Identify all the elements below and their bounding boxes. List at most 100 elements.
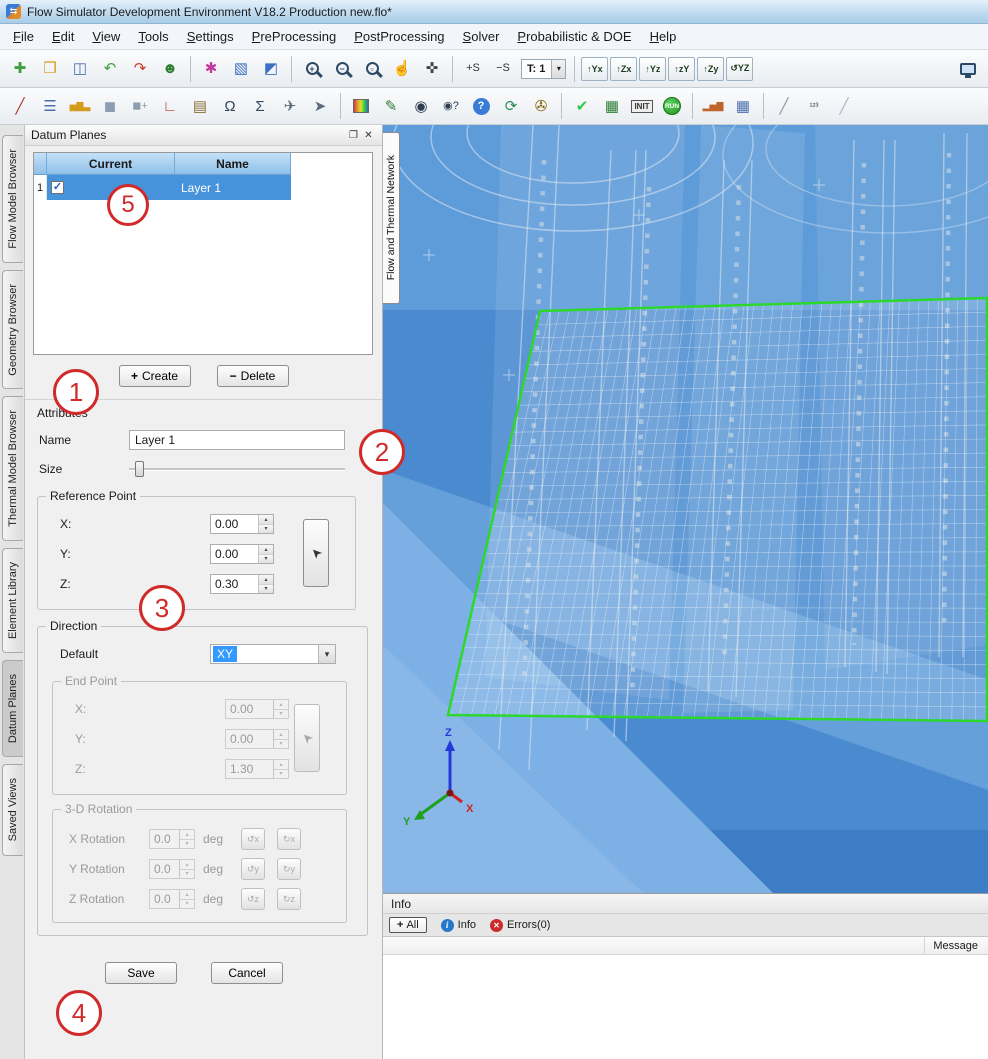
menu-solver[interactable]: Solver <box>454 25 509 48</box>
visibility-icon[interactable]: ◉ <box>407 92 435 120</box>
dropdown-arrow-icon[interactable]: ▾ <box>551 60 565 78</box>
sigma-icon[interactable]: Σ <box>246 92 274 120</box>
chamber-chart-icon[interactable]: ▅▇▃ <box>66 92 94 120</box>
zoom-out-icon[interactable]: − <box>328 55 356 83</box>
menu-tools[interactable]: Tools <box>129 25 177 48</box>
create-button[interactable]: + Create <box>119 365 191 387</box>
remove-source-icon[interactable]: −S <box>489 55 517 83</box>
sidebar-tab-flow-model-browser[interactable]: Flow Model Browser <box>2 135 23 263</box>
menu-file[interactable]: File <box>4 25 43 48</box>
axis-view-yx-icon[interactable]: ↑Yx <box>581 57 608 81</box>
redo-icon[interactable]: ↷ <box>126 55 154 83</box>
menu-postprocessing[interactable]: PostProcessing <box>345 25 453 48</box>
spin-down-icon[interactable]: ▾ <box>259 585 273 594</box>
current-checkbox[interactable]: ✓ <box>51 181 64 194</box>
model-tree-icon[interactable]: ☰ <box>36 92 64 120</box>
pick-reference-point-button[interactable]: ➤ <box>303 519 329 587</box>
float-panel-icon[interactable]: ❐ <box>346 128 361 143</box>
direction-combo[interactable]: XY ▾ <box>210 644 336 664</box>
check-model-icon[interactable]: ✔ <box>568 92 596 120</box>
table-row[interactable]: 1 ✓ Layer 1 <box>34 175 372 200</box>
combo-dropdown-icon[interactable]: ▾ <box>318 645 335 663</box>
menu-settings[interactable]: Settings <box>178 25 243 48</box>
reference-point-x-input[interactable]: 0.00▴▾ <box>210 514 274 534</box>
t-selector[interactable]: T: 1▾ <box>521 59 566 79</box>
select-box-icon[interactable]: ▧ <box>227 55 255 83</box>
zoom-in-icon[interactable]: + <box>298 55 326 83</box>
new-model-icon[interactable]: ✚ <box>6 55 34 83</box>
axis-view-zy-icon[interactable]: ↑zY <box>668 57 695 81</box>
axis-view-yz-icon[interactable]: ↑Yz <box>639 57 666 81</box>
summary-table-icon[interactable]: ▦ <box>598 92 626 120</box>
menu-view[interactable]: View <box>83 25 129 48</box>
sidebar-tab-thermal-model-browser[interactable]: Thermal Model Browser <box>2 396 23 541</box>
info-tab-errors[interactable]: ✕ Errors(0) <box>490 919 550 932</box>
menu-probabilistic-doe[interactable]: Probabilistic & DOE <box>508 25 640 48</box>
center-view-icon[interactable]: ✜ <box>418 55 446 83</box>
delete-button[interactable]: − Delete <box>217 365 289 387</box>
close-panel-icon[interactable]: ✕ <box>361 128 376 143</box>
menu-edit[interactable]: Edit <box>43 25 83 48</box>
spin-up-icon[interactable]: ▴ <box>259 545 273 555</box>
add-source-icon[interactable]: +S <box>459 55 487 83</box>
cancel-button[interactable]: Cancel <box>211 962 283 984</box>
reference-point-y-input[interactable]: 0.00▴▾ <box>210 544 274 564</box>
link-elements-icon[interactable]: ╱ <box>6 92 34 120</box>
save-button[interactable]: Save <box>105 962 177 984</box>
probe-icon[interactable]: Ω <box>216 92 244 120</box>
edit-plot-icon[interactable]: ✎ <box>377 92 405 120</box>
viewport-3d[interactable]: Flow and Thermal Network <box>383 125 988 893</box>
add-cube-icon[interactable]: ◼+ <box>126 92 154 120</box>
menu-help[interactable]: Help <box>641 25 686 48</box>
reference-point-z-input[interactable]: 0.30▴▾ <box>210 574 274 594</box>
axis-view-xz-icon[interactable]: ↑Zy <box>697 57 724 81</box>
size-slider[interactable] <box>129 460 345 478</box>
spin-up-icon[interactable]: ▴ <box>259 575 273 585</box>
sidebar-tab-element-library[interactable]: Element Library <box>2 548 23 653</box>
cube-icon[interactable]: ◼ <box>96 92 124 120</box>
select-region-icon[interactable]: ◩ <box>257 55 285 83</box>
column-header-name[interactable]: Name <box>175 153 291 175</box>
select-network-icon[interactable]: ✱ <box>197 55 225 83</box>
zoom-window-icon[interactable]: ▫ <box>358 55 386 83</box>
message-column-header[interactable]: Message <box>924 937 988 954</box>
undo-icon[interactable]: ↶ <box>96 55 124 83</box>
viewport-3d-scene[interactable]: Z Y X <box>383 125 988 893</box>
sidebar-tab-datum-planes[interactable]: Datum Planes <box>2 660 23 757</box>
connect-points-icon[interactable]: ╱ <box>770 92 798 120</box>
trace-icon[interactable]: ➤ <box>306 92 334 120</box>
histogram-icon[interactable]: ▂▅▇ <box>699 92 727 120</box>
key-icon[interactable]: ✇ <box>527 92 555 120</box>
layers-icon[interactable]: ▤ <box>186 92 214 120</box>
menu-preprocessing[interactable]: PreProcessing <box>243 25 346 48</box>
sidebar-tab-geometry-browser[interactable]: Geometry Browser <box>2 270 23 390</box>
run-button[interactable]: RUN <box>658 92 686 120</box>
user-icon[interactable]: ☻ <box>156 55 184 83</box>
sidebar-tab-saved-views[interactable]: Saved Views <box>2 764 23 855</box>
column-header-current[interactable]: Current <box>47 153 175 175</box>
display-settings-icon[interactable] <box>954 55 982 83</box>
info-filter-all-button[interactable]: + All <box>389 917 427 933</box>
viewport-tab-flow-thermal-network[interactable]: Flow and Thermal Network <box>383 132 400 304</box>
refresh-icon[interactable]: ⟳ <box>497 92 525 120</box>
info-tab-info[interactable]: i Info <box>441 919 476 932</box>
axis-view-iso-icon[interactable]: ↺YZ <box>726 57 753 81</box>
pan-icon[interactable]: ☝ <box>388 55 416 83</box>
aero-icon[interactable]: ✈ <box>276 92 304 120</box>
size-slider-handle[interactable] <box>135 461 144 477</box>
datum-plane-icon[interactable]: ∟ <box>156 92 184 120</box>
query-icon[interactable]: ◉? <box>437 92 465 120</box>
init-button[interactable]: INIT <box>628 92 656 120</box>
results-table-icon[interactable]: ▦ <box>729 92 757 120</box>
save-model-icon[interactable]: ◫ <box>66 55 94 83</box>
axis-view-zx-icon[interactable]: ↑Zx <box>610 57 637 81</box>
spin-down-icon[interactable]: ▾ <box>259 555 273 564</box>
sequence-icon[interactable]: ¹²³ <box>800 92 828 120</box>
help-icon[interactable]: ? <box>467 92 495 120</box>
link-curve-icon[interactable]: ╱ <box>830 92 858 120</box>
contour-plot-icon[interactable] <box>347 92 375 120</box>
open-model-icon[interactable]: ❒ <box>36 55 64 83</box>
spin-up-icon[interactable]: ▴ <box>259 515 273 525</box>
spin-down-icon[interactable]: ▾ <box>259 525 273 534</box>
name-input[interactable]: Layer 1 <box>129 430 345 450</box>
